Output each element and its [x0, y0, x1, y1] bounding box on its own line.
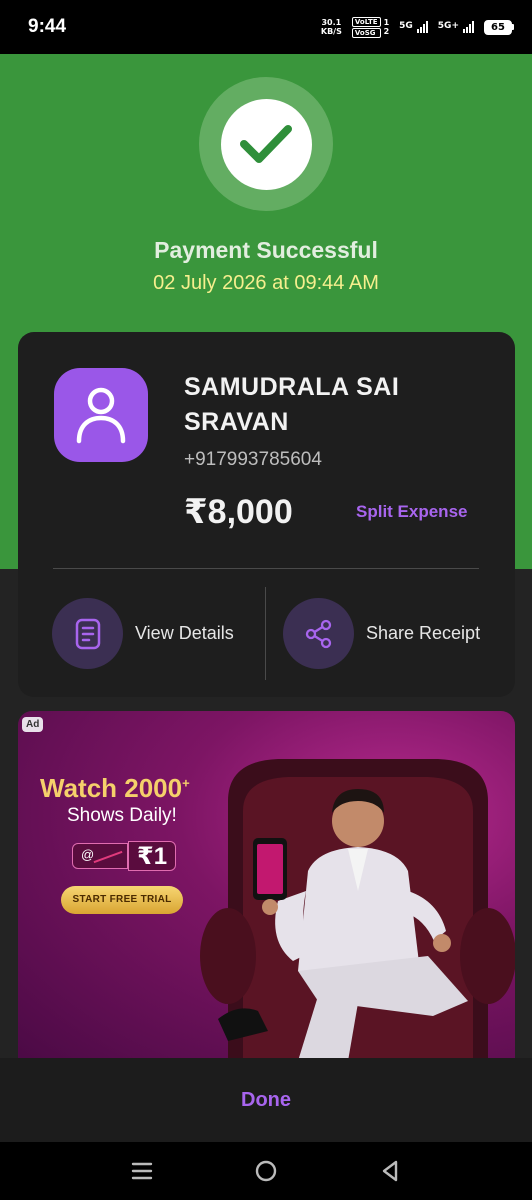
payment-amount: ₹8,000	[184, 493, 293, 531]
ad-old-price: @	[72, 843, 128, 869]
volte-1-label: VoLTE	[351, 16, 381, 27]
share-receipt-label: Share Receipt	[366, 623, 481, 643]
network-speed-unit: KB/S	[320, 27, 342, 36]
ad-subheadline: Shows Daily!	[67, 805, 177, 826]
checkmark-icon	[240, 125, 292, 163]
split-expense-link[interactable]: Split Expense	[356, 502, 467, 522]
signal-2-icon: 5G+	[438, 21, 474, 33]
ad-banner[interactable]: Ad Watch 2000+ Shows Daily! @ ₹1 START F…	[18, 711, 515, 1061]
signal-2-label: 5G+	[437, 21, 459, 31]
success-badge	[199, 77, 333, 211]
start-free-trial-button[interactable]: START FREE TRIAL	[61, 886, 183, 914]
system-nav-bar	[0, 1142, 532, 1200]
ad-headline-sup: +	[182, 775, 190, 791]
ad-illustration	[200, 759, 515, 1061]
payment-status-title: Payment Successful	[154, 237, 378, 263]
done-bar: Done	[0, 1058, 532, 1142]
divider	[265, 587, 266, 680]
volte-2-label: VoSG	[351, 27, 381, 38]
menu-icon[interactable]	[122, 1151, 162, 1191]
payee-name: SAMUDRALA SAI SRAVAN	[184, 373, 400, 436]
ad-new-price: ₹1	[128, 841, 177, 871]
signal-1-label: 5G	[399, 21, 413, 31]
ad-price: @ ₹1	[72, 841, 177, 871]
user-icon	[76, 387, 126, 444]
battery-level: 65	[484, 19, 512, 35]
sim-1-number: 1	[383, 18, 390, 27]
ad-headline-text: Watch 2000	[40, 773, 183, 803]
document-icon	[75, 618, 100, 649]
avatar	[54, 368, 148, 462]
volte-icon: VoLTE VoSG	[351, 16, 381, 38]
network-speed-value: 30.1	[321, 18, 342, 27]
view-details-button[interactable]: View Details	[52, 598, 234, 669]
divider	[53, 568, 479, 569]
share-receipt-button[interactable]: Share Receipt	[283, 598, 480, 669]
home-icon[interactable]	[246, 1151, 286, 1191]
share-icon	[305, 619, 331, 648]
battery-icon: 65	[484, 19, 514, 35]
payee-phone: +917993785604	[184, 449, 322, 470]
network-speed: 30.1 KB/S	[321, 18, 342, 36]
status-time: 9:44	[28, 16, 67, 37]
view-details-label: View Details	[135, 623, 234, 643]
status-bar: 9:44 30.1 KB/S VoLTE VoSG 1 2 5G 5G+ 65	[0, 0, 532, 54]
status-indicators: 30.1 KB/S VoLTE VoSG 1 2 5G 5G+ 65	[321, 16, 514, 38]
payee-card: SAMUDRALA SAI SRAVAN +917993785604 ₹8,00…	[18, 332, 515, 697]
payment-date: 02 July 2026 at 09:44 AM	[153, 272, 379, 294]
ad-headline: Watch 2000+	[40, 773, 190, 804]
signal-1-icon: 5G	[399, 21, 428, 33]
ad-badge: Ad	[22, 717, 44, 732]
sim-numbers: 1 2	[384, 18, 390, 36]
back-icon[interactable]	[370, 1151, 410, 1191]
done-button[interactable]: Done	[241, 1089, 291, 1112]
sim-2-number: 2	[383, 27, 390, 36]
